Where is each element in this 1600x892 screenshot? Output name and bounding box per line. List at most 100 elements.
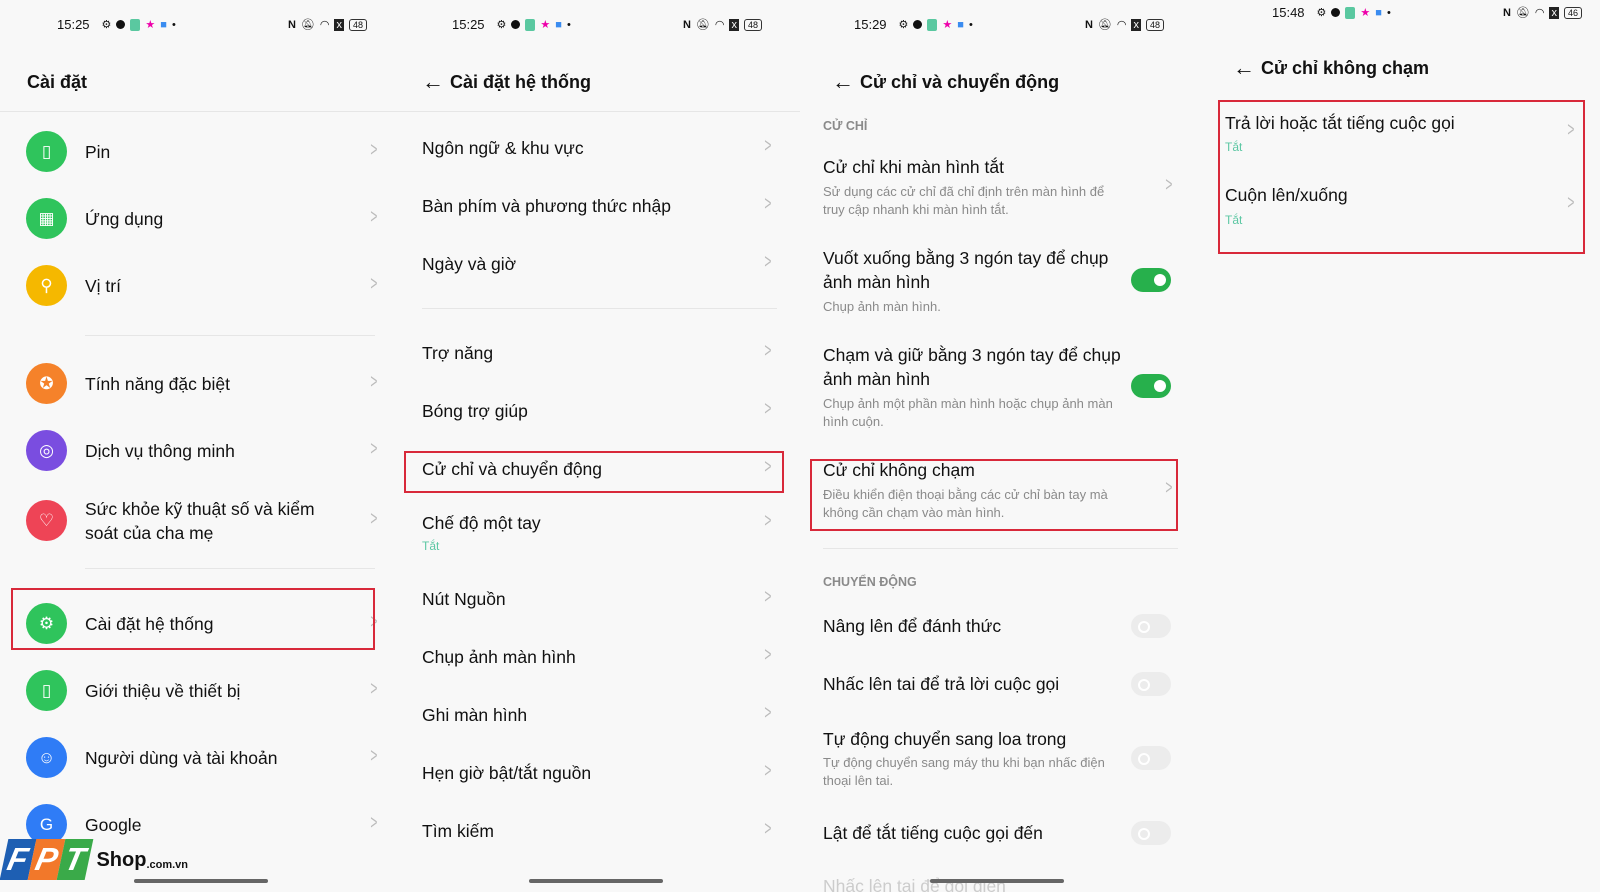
mute-icon: 🔕︎ [1097,19,1112,31]
nfc-icon: N [1084,18,1093,31]
item-label: Chạm và giữ bằng 3 ngón tay để chụp ảnh … [823,345,1121,389]
gear-icon: ⚙ [1316,7,1327,19]
chevron-right-icon: > [764,510,772,532]
system-icons: N 🔕︎ ◠ x 48 [683,18,762,31]
item-label: Ghi màn hình [422,705,528,725]
chevron-right-icon: > [370,273,378,295]
toggle-switch[interactable] [1131,746,1171,770]
app-icon: ■ [555,18,562,31]
item-description: Chụp ảnh một phần màn hình hoặc chụp ảnh… [823,396,1113,429]
notification-icons: ⚙ ★ ■ • [497,18,571,31]
app-icon: ■ [1375,6,1382,19]
system-icons: N 🔕︎ ◠ x 48 [1085,18,1164,31]
star-icon: ✪ [26,363,67,404]
smart-service-icon: ◎ [26,430,67,471]
nfc-icon: N [1502,6,1511,19]
close-box-icon: x [334,18,344,31]
item-label: Nút Nguồn [422,589,506,609]
close-box-icon: x [1131,18,1141,31]
item-description: Tự động chuyển sang máy thu khi bạn nhấc… [823,755,1105,788]
settings-item-label: Ứng dụng [85,209,164,229]
app-icon: ■ [957,18,964,31]
app-icon: ■ [160,18,167,31]
chevron-right-icon: > [1165,174,1173,196]
mute-icon: 🔕︎ [300,19,315,31]
app-icon [927,18,938,31]
wifi-icon: ◠ [1534,7,1545,19]
chevron-right-icon: > [764,644,772,666]
gear-icon: ⚙ [898,19,909,31]
item-label: Tự động chuyển sang loa trong [823,729,1067,749]
messenger-icon [1331,8,1341,17]
highlight-box [404,451,784,493]
item-label: Nhấc lên tai để trả lời cuộc gọi [823,674,1060,694]
nfc-icon: N [287,18,296,31]
messenger-icon [116,20,126,29]
toggle-switch[interactable] [1131,821,1171,845]
gear-icon: ⚙ [101,19,112,31]
battery-level: 48 [1145,18,1164,31]
battery-level: 48 [743,18,762,31]
mute-icon: 🔕︎ [1515,7,1530,19]
gear-icon: ⚙ [496,19,507,31]
toggle-switch[interactable] [1131,268,1171,292]
item-label: Chụp ảnh màn hình [422,647,576,667]
home-indicator[interactable] [930,879,1064,883]
close-box-icon: x [1549,6,1559,19]
chevron-right-icon: > [370,438,378,460]
system-settings-panel: 15:25 ⚙ ★ ■ • N 🔕︎ ◠ x 48 ← Cài đặt hệ thống Ngôn ng… [400,0,800,892]
back-arrow-icon[interactable]: ← [832,69,854,95]
highlight-box [810,459,1178,531]
wifi-icon: ◠ [714,19,725,31]
chevron-right-icon: > [370,206,378,228]
chevron-right-icon: > [370,508,378,530]
status-time: 15:25 [57,17,90,32]
item-value: Tắt [422,539,440,553]
notification-icons: ⚙ ★ ■ • [1317,6,1391,19]
star-app-icon: ★ [540,19,551,31]
back-arrow-icon[interactable]: ← [1233,55,1255,81]
system-icons: N 🔕︎ ◠ x 46 [1503,6,1582,19]
battery-icon: ▯ [26,131,67,172]
chevron-right-icon: > [370,678,378,700]
messenger-icon [511,20,521,29]
item-description: Chụp ảnh màn hình. [823,299,941,314]
section-header-gestures: CỬ CHỈ [823,119,868,133]
notification-icons: ⚙ ★ ■ • [899,18,973,31]
phone-icon: ▯ [26,670,67,711]
toggle-switch[interactable] [1131,614,1171,638]
highlight-box [1218,100,1585,254]
chevron-right-icon: > [764,818,772,840]
messenger-icon [913,20,923,29]
toggle-switch[interactable] [1131,672,1171,696]
battery-level: 46 [1563,6,1582,19]
apps-icon: ▦ [26,198,67,239]
status-time: 15:48 [1272,5,1305,20]
item-label: Nâng lên để đánh thức [823,616,1002,636]
settings-item-label: Vị trí [85,276,121,296]
watermark-shop: Shop [96,849,147,871]
chevron-right-icon: > [764,586,772,608]
status-bar: 15:25 ⚙ ★ ■ • N 🔕︎ ◠ x 48 [57,17,367,32]
app-icon [130,18,141,31]
back-arrow-icon[interactable]: ← [422,69,444,95]
settings-item-label: Người dùng và tài khoản [85,748,278,768]
chevron-right-icon: > [764,702,772,724]
toggle-switch[interactable] [1131,374,1171,398]
settings-item-label: Giới thiệu về thiết bị [85,681,241,701]
item-description: Sử dụng các cử chỉ đã chỉ định trên màn … [823,184,1105,217]
item-label: Ngôn ngữ & khu vực [422,138,584,158]
highlight-box [11,588,375,650]
status-bar: 15:25 ⚙ ★ ■ • N 🔕︎ ◠ x 48 [452,17,762,32]
chevron-right-icon: > [764,340,772,362]
wifi-icon: ◠ [319,19,330,31]
item-label: Vuốt xuống bằng 3 ngón tay để chụp ảnh m… [823,248,1109,292]
more-dot-icon: • [171,18,176,31]
home-indicator[interactable] [529,879,663,883]
status-time: 15:29 [854,17,887,32]
app-icon [525,18,536,31]
notification-icons: ⚙ ★ ■ • [102,18,176,31]
chevron-right-icon: > [370,371,378,393]
chevron-right-icon: > [764,135,772,157]
status-time: 15:25 [452,17,485,32]
